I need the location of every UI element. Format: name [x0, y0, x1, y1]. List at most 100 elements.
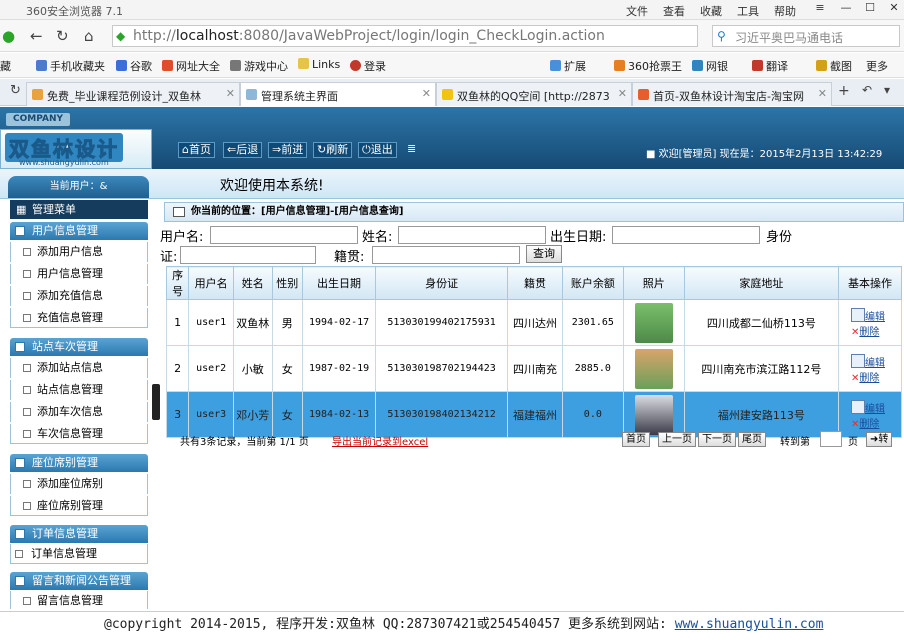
username-field[interactable] — [210, 226, 358, 244]
export-excel-link[interactable]: 导出当前记录到excel — [332, 433, 428, 448]
bookmark-more[interactable]: 更多 — [866, 58, 888, 74]
edit-link[interactable]: 编辑 — [865, 312, 885, 323]
nav-menu-icon[interactable]: ≣ — [404, 142, 419, 158]
go-button[interactable]: ➜转 — [866, 432, 893, 447]
nav-refresh-button[interactable]: ↻刷新 — [313, 142, 353, 158]
section-station[interactable]: 站点车次管理 — [10, 338, 148, 356]
goto-label: 转到第 — [780, 437, 810, 448]
tab-close-icon[interactable]: ✕ — [422, 87, 431, 100]
tab-close-icon[interactable]: ✕ — [226, 87, 235, 100]
delete-link[interactable]: 删除 — [859, 327, 879, 338]
sidebar-item-order-manage[interactable]: 订单信息管理 — [10, 544, 148, 564]
cell-idcard: 513030199402175931 — [375, 299, 509, 346]
tab-close-icon[interactable]: ✕ — [618, 87, 627, 100]
edit-icon[interactable] — [850, 353, 865, 368]
maximize-icon[interactable]: ☐ — [858, 1, 882, 17]
section-message[interactable]: 留言和新闻公告管理 — [10, 572, 148, 590]
tab-list-icon[interactable]: ▾ — [884, 83, 890, 97]
bookmark-links[interactable]: Links — [298, 58, 340, 71]
menu-tools[interactable]: 工具 — [737, 3, 759, 19]
cell-no: 2 — [165, 345, 190, 392]
bookmark-ticket[interactable]: 360抢票王 — [614, 58, 682, 74]
menu-view[interactable]: 查看 — [663, 3, 685, 19]
next-page-button[interactable]: 下一页 — [698, 432, 736, 447]
nav-back-button[interactable]: ⇐后退 — [223, 142, 263, 158]
new-tab-icon[interactable]: + — [838, 83, 850, 99]
close-window-icon[interactable]: ✕ — [882, 1, 904, 17]
delete-link[interactable]: 删除 — [859, 419, 879, 430]
query-button[interactable]: 查询 — [526, 245, 562, 263]
sidebar-collapse-handle[interactable] — [152, 384, 160, 420]
bookmark-screenshot[interactable]: 截图 — [816, 58, 852, 74]
sidebar-item-station-manage[interactable]: 站点信息管理 — [10, 380, 148, 400]
name-field[interactable] — [398, 226, 546, 244]
sidebar-item-train-manage[interactable]: 车次信息管理 — [10, 424, 148, 444]
menu-help[interactable]: 帮助 — [774, 3, 796, 19]
idcard-label-2: 证: — [160, 250, 178, 265]
sidebar-item-recharge-manage[interactable]: 充值信息管理 — [10, 308, 148, 328]
section-order[interactable]: 订单信息管理 — [10, 525, 148, 543]
last-page-button[interactable]: 尾页 — [738, 432, 766, 447]
reload-icon[interactable]: ↻ — [56, 27, 69, 45]
birth-field[interactable] — [612, 226, 760, 244]
tab-1[interactable]: 管理系统主界面 ✕ — [240, 82, 436, 106]
home-icon[interactable]: ⌂ — [84, 27, 94, 45]
search-input[interactable]: ⚲ 习近平奥巴马通电话 — [712, 25, 900, 47]
user-table: 序号 用户名 姓名 性别 出生日期 身份证 籍贯 账户余额 照片 家庭地址 基本… — [165, 266, 903, 438]
folder-icon — [15, 529, 25, 539]
undo-tab-icon[interactable]: ↶ — [862, 83, 872, 97]
nav-logout-button[interactable]: ⏻退出 — [358, 142, 397, 158]
tab-close-icon[interactable]: ✕ — [818, 87, 827, 100]
bookmark-sites[interactable]: 网址大全 — [162, 58, 220, 74]
menu-favorites[interactable]: 收藏 — [700, 3, 722, 19]
menu-icon[interactable]: ≡ — [808, 1, 832, 17]
native-field[interactable] — [372, 246, 520, 264]
edit-link[interactable]: 编辑 — [865, 358, 885, 369]
sidebar-item-seat-manage[interactable]: 座位席别管理 — [10, 496, 148, 516]
sidebar-item-message-manage[interactable]: 留言信息管理 — [10, 591, 148, 609]
minimize-icon[interactable]: — — [834, 1, 858, 17]
user-photo — [634, 302, 673, 343]
sidebar-item-add-recharge[interactable]: 添加充值信息 — [10, 286, 148, 306]
sidebar-item-user-manage[interactable]: 用户信息管理 — [10, 264, 148, 284]
table-row[interactable]: 2 user2 小敏 女 1987-02-19 5130301987021944… — [165, 345, 903, 392]
delete-link[interactable]: 删除 — [859, 373, 879, 384]
col-sex: 性别 — [271, 266, 304, 300]
copyright-text: @copyright 2014-2015, 程序开发:双鱼林 QQ:287307… — [104, 617, 824, 632]
nav-home-button[interactable]: ⌂首页 — [178, 142, 215, 158]
url-input[interactable]: ◆ http://localhost:8080/JavaWebProject/l… — [112, 25, 698, 47]
tab-3[interactable]: 首页-双鱼林设计淘宝店-淘宝网 ✕ — [632, 82, 832, 106]
doc-icon — [23, 364, 31, 372]
logo: 双鱼林设计 www.shuangyulin.com — [0, 129, 152, 169]
section-seat[interactable]: 座位席别管理 — [10, 454, 148, 472]
bookmark-bank[interactable]: 网银 — [692, 58, 728, 74]
bookmark-google[interactable]: 谷歌 — [116, 58, 152, 74]
back-icon[interactable]: ← — [30, 27, 43, 45]
sidebar-item-add-train[interactable]: 添加车次信息 — [10, 402, 148, 422]
section-user[interactable]: 用户信息管理 — [10, 222, 148, 240]
goto-page-field[interactable] — [820, 431, 842, 447]
bookmark-translate[interactable]: 翻译 — [752, 58, 788, 74]
tab-0[interactable]: 免费_毕业课程范例设计_双鱼林 ✕ — [26, 82, 240, 106]
bookmark-mobile[interactable]: 手机收藏夹 — [36, 58, 105, 74]
footer-link[interactable]: www.shuangyulin.com — [675, 617, 824, 632]
idcard-field[interactable] — [180, 246, 316, 264]
menu-file[interactable]: 文件 — [626, 3, 648, 19]
bookmark-login[interactable]: 登录 — [350, 58, 386, 74]
edit-link[interactable]: 编辑 — [865, 404, 885, 415]
bookmark-extend[interactable]: 扩展 — [550, 58, 586, 74]
edit-icon[interactable] — [850, 399, 865, 414]
sidebar-item-add-station[interactable]: 添加站点信息 — [10, 358, 148, 378]
tab-refresh-icon[interactable]: ↻ — [10, 83, 21, 98]
edit-icon[interactable] — [850, 307, 865, 322]
bookmark-games[interactable]: 游戏中心 — [230, 58, 288, 74]
sidebar-item-add-seat[interactable]: 添加座位席别 — [10, 474, 148, 494]
nav-forward-button[interactable]: ⇒前进 — [268, 142, 308, 158]
cell-sex: 男 — [271, 299, 304, 346]
sidebar-item-add-user[interactable]: 添加用户信息 — [10, 242, 148, 262]
bookmark-0[interactable]: 藏 — [0, 58, 11, 74]
first-page-button[interactable]: 首页 — [622, 432, 650, 447]
tab-2[interactable]: 双鱼林的QQ空间 [http://2873 ✕ — [436, 82, 632, 106]
prev-page-button[interactable]: 上一页 — [658, 432, 696, 447]
table-row[interactable]: 1 user1 双鱼林 男 1994-02-17 513030199402175… — [165, 299, 903, 346]
